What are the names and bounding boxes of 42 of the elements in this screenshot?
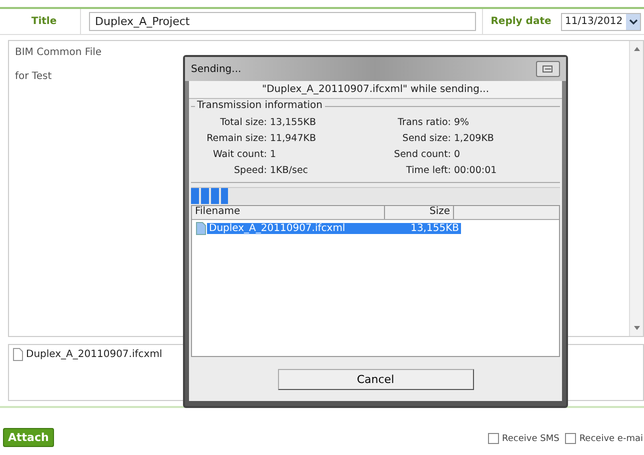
file-row[interactable]: Duplex_A_20110907.ifcxml 13,155KB bbox=[192, 220, 559, 237]
attachment-name[interactable]: Duplex_A_20110907.ifcxml bbox=[26, 349, 162, 360]
checkbox[interactable] bbox=[488, 433, 500, 444]
scrollbar[interactable] bbox=[629, 41, 643, 336]
checkbox-label: Receive e-mai bbox=[579, 434, 643, 444]
title-label: Title bbox=[8, 9, 81, 34]
reply-date-dropdown[interactable]: 11/13/2012 bbox=[561, 12, 641, 30]
dialog-title: Sending... bbox=[191, 64, 242, 74]
stat-label: Send count: bbox=[393, 149, 451, 160]
status-message: "Duplex_A_20110907.ifcxml" while sending... bbox=[189, 81, 562, 99]
stat-value: 11,947KB bbox=[270, 133, 317, 144]
checkbox-label: Receive SMS bbox=[502, 434, 560, 444]
stat-label: Time left: bbox=[405, 165, 451, 176]
body-text: BIM Common File bbox=[15, 47, 102, 58]
stat-value: 0 bbox=[454, 149, 462, 160]
stat-value: 1KB/sec bbox=[270, 165, 310, 176]
checkbox[interactable] bbox=[565, 433, 576, 444]
stat-value: 1,209KB bbox=[454, 133, 495, 144]
column-header[interactable]: Size bbox=[385, 206, 454, 219]
stat-label: Speed: bbox=[233, 165, 267, 176]
stat-label: Send size: bbox=[401, 133, 451, 144]
file-icon bbox=[13, 348, 23, 361]
stat-label: Wait count: bbox=[212, 149, 267, 160]
file-size: 13,155KB bbox=[410, 223, 459, 234]
minimize-button[interactable] bbox=[536, 61, 560, 77]
stat-label: Remain size: bbox=[206, 133, 267, 144]
stat-label: Trans ratio: bbox=[396, 117, 451, 128]
stat-value: 1 bbox=[270, 149, 278, 160]
body-text: for Test bbox=[15, 71, 53, 82]
scroll-down-icon[interactable] bbox=[634, 326, 640, 330]
cancel-button[interactable]: Cancel bbox=[278, 368, 474, 390]
file-name: Duplex_A_20110907.ifcxml bbox=[209, 223, 346, 234]
window-icon bbox=[542, 64, 554, 74]
stat-value: 00:00:01 bbox=[454, 165, 498, 176]
group-title: Transmission information bbox=[195, 100, 324, 111]
stat-value: 9% bbox=[454, 117, 470, 128]
stat-value: 13,155KB bbox=[270, 117, 317, 128]
scroll-up-icon[interactable] bbox=[634, 47, 640, 51]
stat-label: Total size: bbox=[219, 117, 267, 128]
reply-date-label: Reply date bbox=[482, 9, 559, 34]
title-field[interactable]: Duplex_A_Project bbox=[89, 12, 476, 31]
column-header[interactable]: Filename bbox=[192, 206, 385, 219]
